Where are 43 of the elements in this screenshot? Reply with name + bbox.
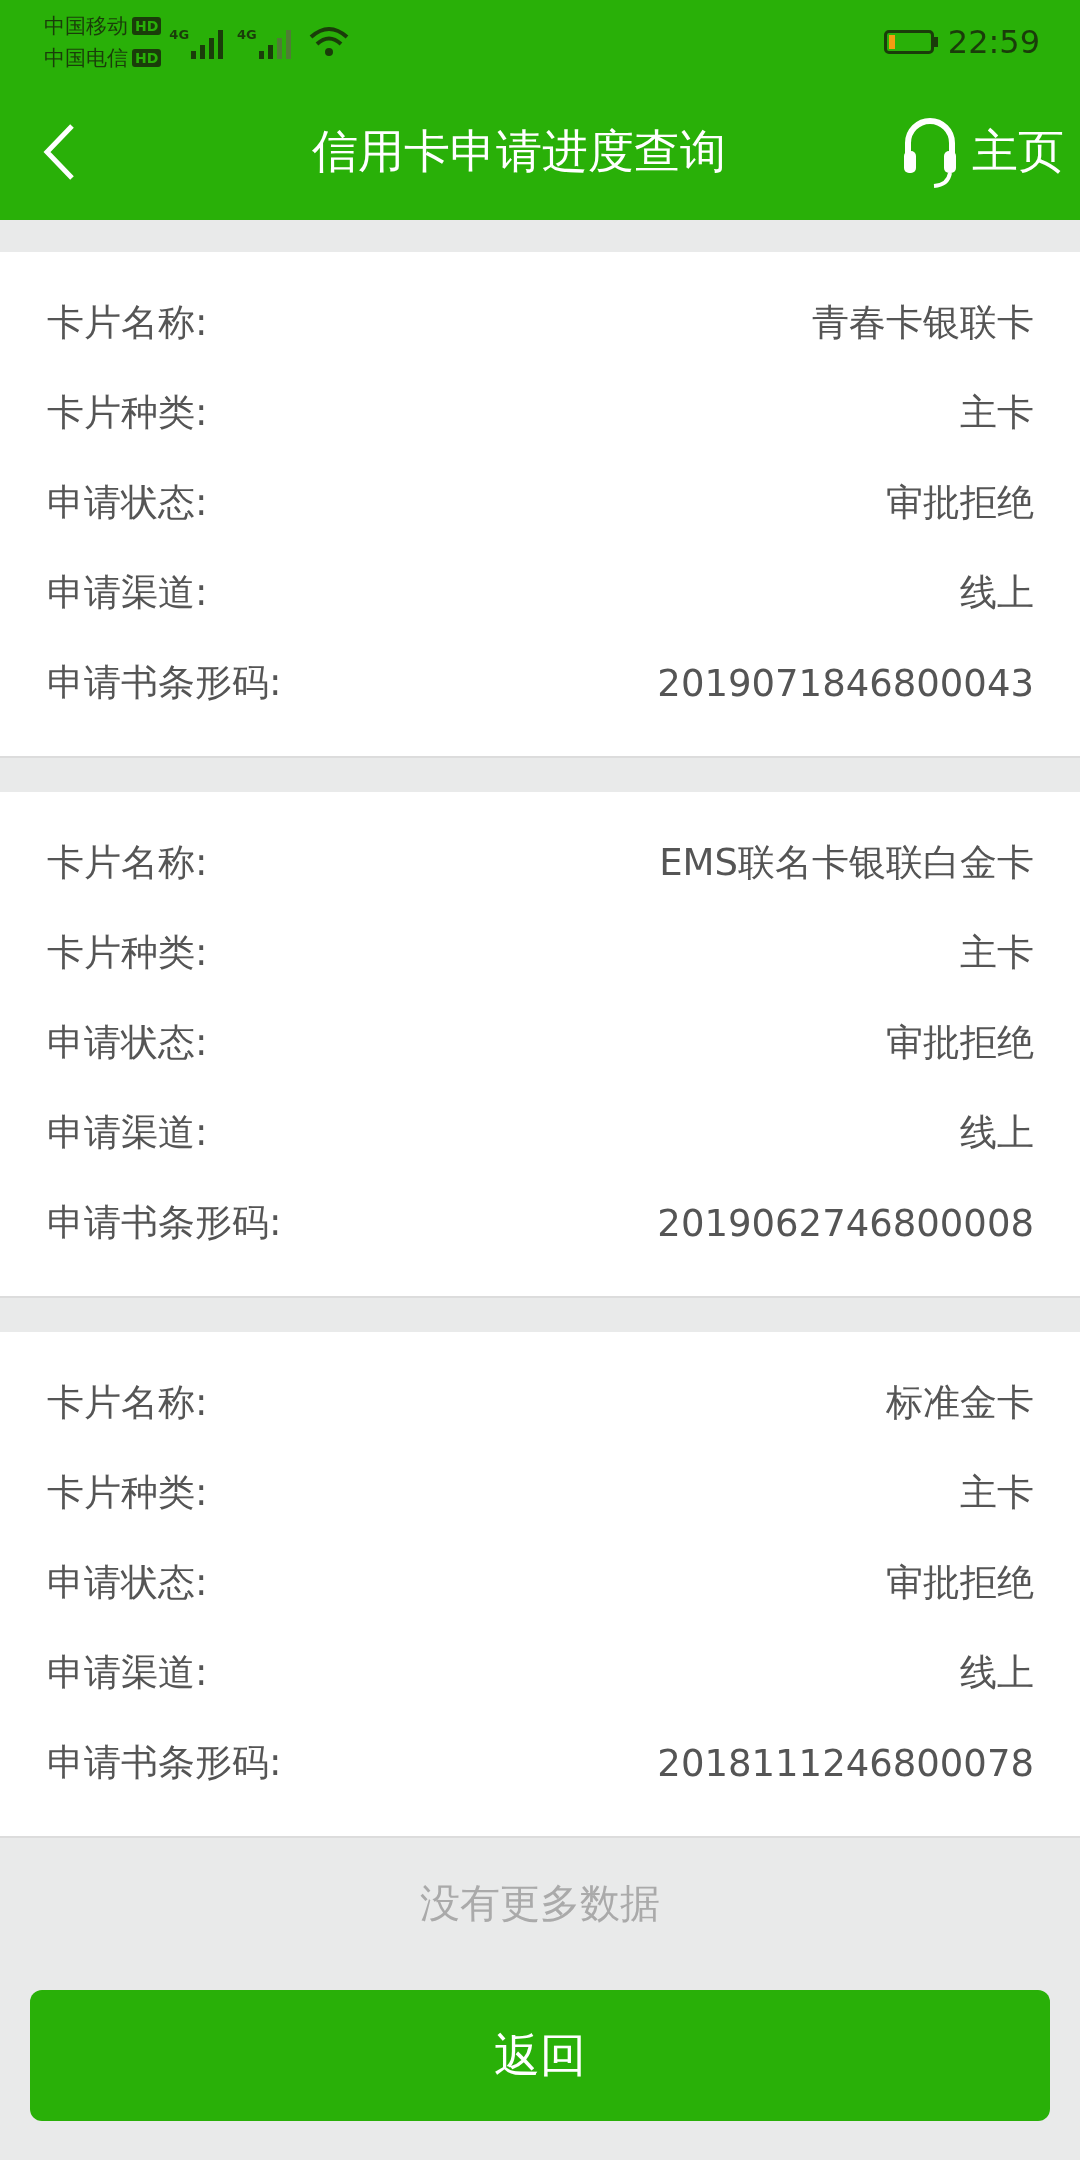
network-label: 4G (169, 26, 190, 42)
field-label: 申请状态: (47, 1560, 208, 1606)
field-label: 卡片种类: (47, 1470, 208, 1516)
field-value: 2018111246800078 (657, 1741, 1034, 1785)
page-title: 信用卡申请进度查询 (311, 122, 727, 180)
field-value: 2019062746800008 (657, 1201, 1034, 1245)
field-value: 主卡 (960, 1470, 1034, 1516)
field-value: 审批拒绝 (886, 1560, 1034, 1606)
home-link[interactable]: 主页 (972, 120, 1064, 183)
field-label: 卡片种类: (47, 930, 208, 976)
field-value: 主卡 (960, 390, 1034, 436)
field-value: 标准金卡 (886, 1380, 1034, 1426)
hd-badge: HD (132, 48, 162, 67)
field-label: 申请渠道: (47, 570, 208, 616)
carrier-name: 中国电信 (44, 44, 128, 72)
field-label: 申请书条形码: (47, 1740, 282, 1786)
field-value: 线上 (960, 1650, 1034, 1696)
field-label: 卡片种类: (47, 390, 208, 436)
field-label: 卡片名称: (47, 300, 208, 346)
field-value: 审批拒绝 (886, 1020, 1034, 1066)
field-label: 申请状态: (47, 480, 208, 526)
field-label: 申请状态: (47, 1020, 208, 1066)
field-value: 2019071846800043 (657, 661, 1034, 705)
hd-badge: HD (132, 16, 162, 35)
field-value: 主卡 (960, 930, 1034, 976)
battery-icon (883, 29, 934, 54)
field-label: 申请渠道: (47, 1110, 208, 1156)
network-label: 4G (237, 26, 257, 42)
back-button[interactable]: 返回 (30, 1990, 1050, 2121)
carrier-name: 中国移动 (44, 12, 128, 40)
field-value: 线上 (960, 1110, 1034, 1156)
clock-time: 22:59 (947, 22, 1040, 61)
field-label: 卡片名称: (47, 1380, 208, 1426)
no-more-data-text: 没有更多数据 (419, 1879, 661, 1928)
field-label: 申请渠道: (47, 1650, 208, 1696)
wifi-icon (308, 24, 351, 59)
field-value: 青春卡银联卡 (812, 300, 1034, 346)
field-label: 卡片名称: (47, 840, 208, 886)
field-value: 审批拒绝 (886, 480, 1034, 526)
field-value: EMS联名卡银联白金卡 (659, 840, 1034, 886)
field-value: 线上 (960, 570, 1034, 616)
field-label: 申请书条形码: (47, 660, 282, 706)
field-label: 申请书条形码: (47, 1200, 282, 1246)
